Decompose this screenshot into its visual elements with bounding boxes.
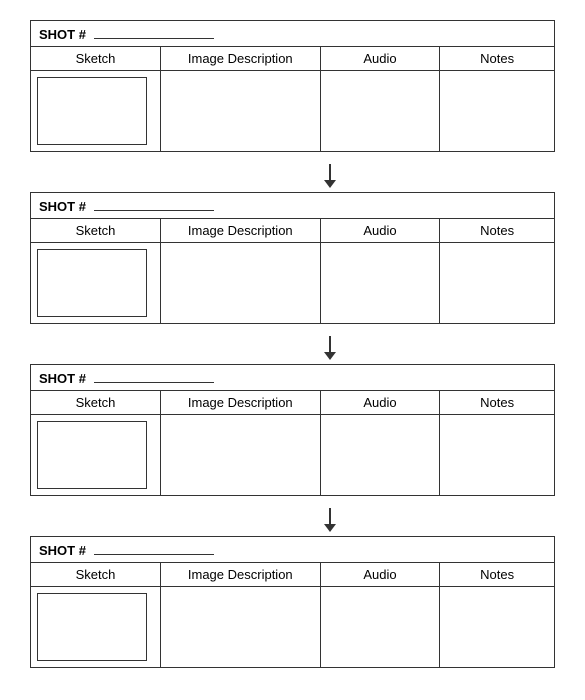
table-row [31,587,555,668]
shot-block-4: SHOT # Sketch Image Description Audio No… [30,536,555,668]
arrow-shaft-3 [329,508,331,524]
audio-cell-4[interactable] [320,587,440,668]
col-audio-4: Audio [320,563,440,587]
image-desc-cell-3[interactable] [160,415,320,496]
shot-number-line-2[interactable] [94,197,214,211]
arrow-shaft-1 [329,164,331,180]
shot-number-line-1[interactable] [94,25,214,39]
sketch-drawing-area-2[interactable] [37,249,147,317]
arrow-2 [249,336,336,360]
arrow-head-1 [324,180,336,188]
shot-label-2: SHOT # [39,199,86,214]
col-image-desc-3: Image Description [160,391,320,415]
col-notes-4: Notes [440,563,555,587]
arrow-1 [249,164,336,188]
image-desc-cell-1[interactable] [160,71,320,152]
table-row [31,71,555,152]
sketch-drawing-area-4[interactable] [37,593,147,661]
col-sketch-3: Sketch [31,391,161,415]
col-notes-2: Notes [440,219,555,243]
shot-table-4: Sketch Image Description Audio Notes [30,562,555,668]
col-sketch-2: Sketch [31,219,161,243]
col-audio-3: Audio [320,391,440,415]
arrow-3 [249,508,336,532]
sketch-cell-2[interactable] [31,243,161,324]
table-row [31,415,555,496]
shot-header-2: SHOT # [30,192,555,218]
shot-number-line-3[interactable] [94,369,214,383]
col-image-desc-1: Image Description [160,47,320,71]
arrow-down-1 [324,164,336,188]
notes-cell-1[interactable] [440,71,555,152]
shot-label-4: SHOT # [39,543,86,558]
notes-cell-2[interactable] [440,243,555,324]
arrow-head-3 [324,524,336,532]
col-image-desc-2: Image Description [160,219,320,243]
shot-table-3: Sketch Image Description Audio Notes [30,390,555,496]
shot-block-3: SHOT # Sketch Image Description Audio No… [30,364,555,496]
audio-cell-1[interactable] [320,71,440,152]
arrow-down-3 [324,508,336,532]
sketch-cell-4[interactable] [31,587,161,668]
audio-cell-2[interactable] [320,243,440,324]
table-row [31,243,555,324]
audio-cell-3[interactable] [320,415,440,496]
sketch-cell-1[interactable] [31,71,161,152]
col-image-desc-4: Image Description [160,563,320,587]
image-desc-cell-2[interactable] [160,243,320,324]
shot-label-3: SHOT # [39,371,86,386]
col-audio-2: Audio [320,219,440,243]
shot-table-2: Sketch Image Description Audio Notes [30,218,555,324]
col-audio-1: Audio [320,47,440,71]
col-notes-1: Notes [440,47,555,71]
image-desc-cell-4[interactable] [160,587,320,668]
shot-number-line-4[interactable] [94,541,214,555]
shot-block-2: SHOT # Sketch Image Description Audio No… [30,192,555,324]
shot-table-1: Sketch Image Description Audio Notes [30,46,555,152]
sketch-cell-3[interactable] [31,415,161,496]
sketch-drawing-area-1[interactable] [37,77,147,145]
shot-header-4: SHOT # [30,536,555,562]
arrow-down-2 [324,336,336,360]
shot-header-3: SHOT # [30,364,555,390]
notes-cell-4[interactable] [440,587,555,668]
shot-header-1: SHOT # [30,20,555,46]
shot-label-1: SHOT # [39,27,86,42]
col-notes-3: Notes [440,391,555,415]
shot-block-1: SHOT # Sketch Image Description Audio No… [30,20,555,152]
col-sketch-4: Sketch [31,563,161,587]
arrow-head-2 [324,352,336,360]
arrow-shaft-2 [329,336,331,352]
notes-cell-3[interactable] [440,415,555,496]
sketch-drawing-area-3[interactable] [37,421,147,489]
col-sketch-1: Sketch [31,47,161,71]
